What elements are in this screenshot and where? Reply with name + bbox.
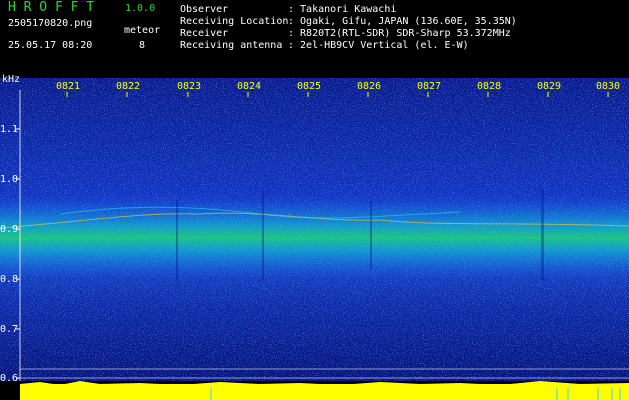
frequency-tick-label: 0.8 xyxy=(0,274,19,285)
time-tick-label: 0823 xyxy=(177,81,202,92)
signal-band-texture xyxy=(0,205,629,265)
time-tick-label: 0825 xyxy=(297,81,322,92)
app-version: 1.0.0 xyxy=(125,3,156,14)
spectrogram-area xyxy=(0,78,629,400)
app-title: H R O F F T xyxy=(8,0,95,15)
info-key-receiver: Receiver xyxy=(180,28,229,39)
time-tick-label: 0828 xyxy=(477,81,502,92)
frequency-tick-label: 1.0 xyxy=(0,174,19,185)
info-value-location: : Ogaki, Gifu, JAPAN (136.60E, 35.35N) xyxy=(288,16,517,27)
info-key-observer: Observer xyxy=(180,4,229,15)
info-key-location: Receiving Location xyxy=(180,16,289,27)
time-tick-label: 0830 xyxy=(596,81,621,92)
time-tick-label: 0824 xyxy=(237,81,262,92)
time-tick-label: 0821 xyxy=(56,81,81,92)
frequency-tick-label: 0.7 xyxy=(0,324,19,335)
meteor-count: 8 xyxy=(139,40,146,51)
capture-datetime: 25.05.17 08:20 xyxy=(8,40,93,51)
frequency-tick-label: 0.9 xyxy=(0,224,19,235)
file-name: 2505170820.png xyxy=(8,18,93,29)
time-tick-label: 0829 xyxy=(537,81,562,92)
info-value-antenna: : 2el-HB9CV Vertical (el. E-W) xyxy=(288,40,469,51)
time-tick-label: 0827 xyxy=(417,81,442,92)
time-tick-label: 0822 xyxy=(116,81,141,92)
info-value-observer: : Takanori Kawachi xyxy=(288,4,397,15)
frequency-tick-label: 1.1 xyxy=(0,124,19,135)
signal-level-peaks xyxy=(20,381,629,390)
frequency-unit-label: kHz xyxy=(2,74,21,85)
info-value-receiver: : R820T2(RTL-SDR) SDR-Sharp 53.372MHz xyxy=(288,28,511,39)
mode-label: meteor xyxy=(124,25,161,36)
info-key-antenna: Receiving antenna xyxy=(180,40,283,51)
frequency-tick-label: 0.6 xyxy=(0,373,19,384)
time-tick-label: 0826 xyxy=(357,81,382,92)
